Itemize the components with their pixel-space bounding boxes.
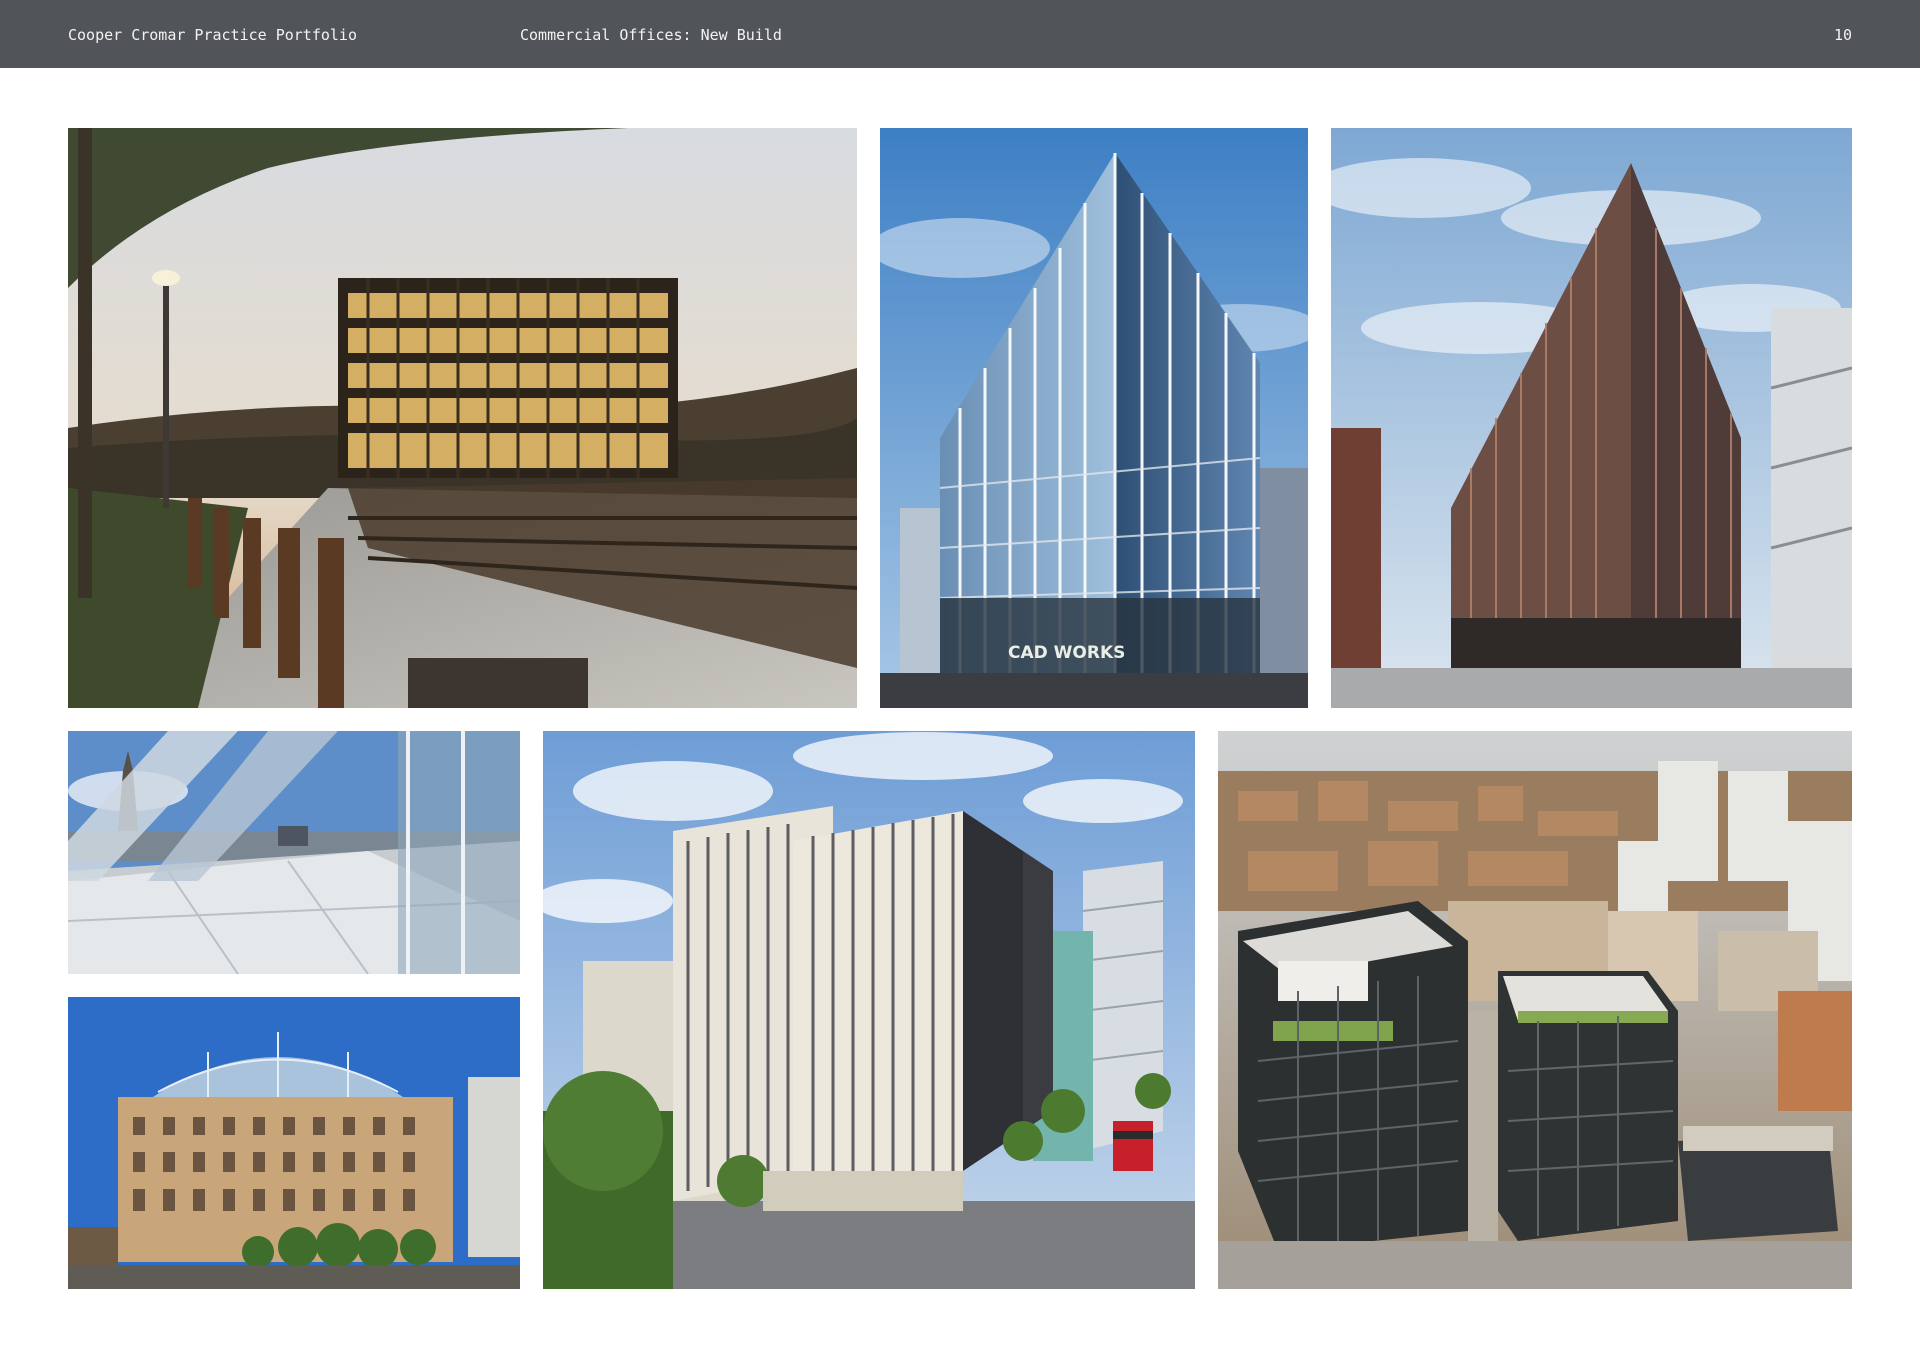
section-title: Commercial Offices: New Build	[520, 26, 782, 44]
page-number: 10	[1833, 26, 1852, 44]
photo-sandstone-glass-roof	[68, 997, 520, 1289]
page-header: Cooper Cromar Practice Portfolio Commerc…	[0, 0, 1920, 68]
portfolio-title: Cooper Cromar Practice Portfolio	[68, 26, 357, 44]
photo-stone-office-red-bus	[543, 731, 1195, 1289]
building-sign-text: CAD WORKS	[1008, 643, 1125, 663]
photo-aerial-city-offices	[1218, 731, 1852, 1289]
photo-riverside-office-dusk	[68, 128, 857, 708]
photo-glass-canopy-terrace	[68, 731, 520, 974]
photo-bronze-office-building	[1331, 128, 1852, 708]
photo-glass-corner-tower: CAD WORKS	[880, 128, 1308, 708]
